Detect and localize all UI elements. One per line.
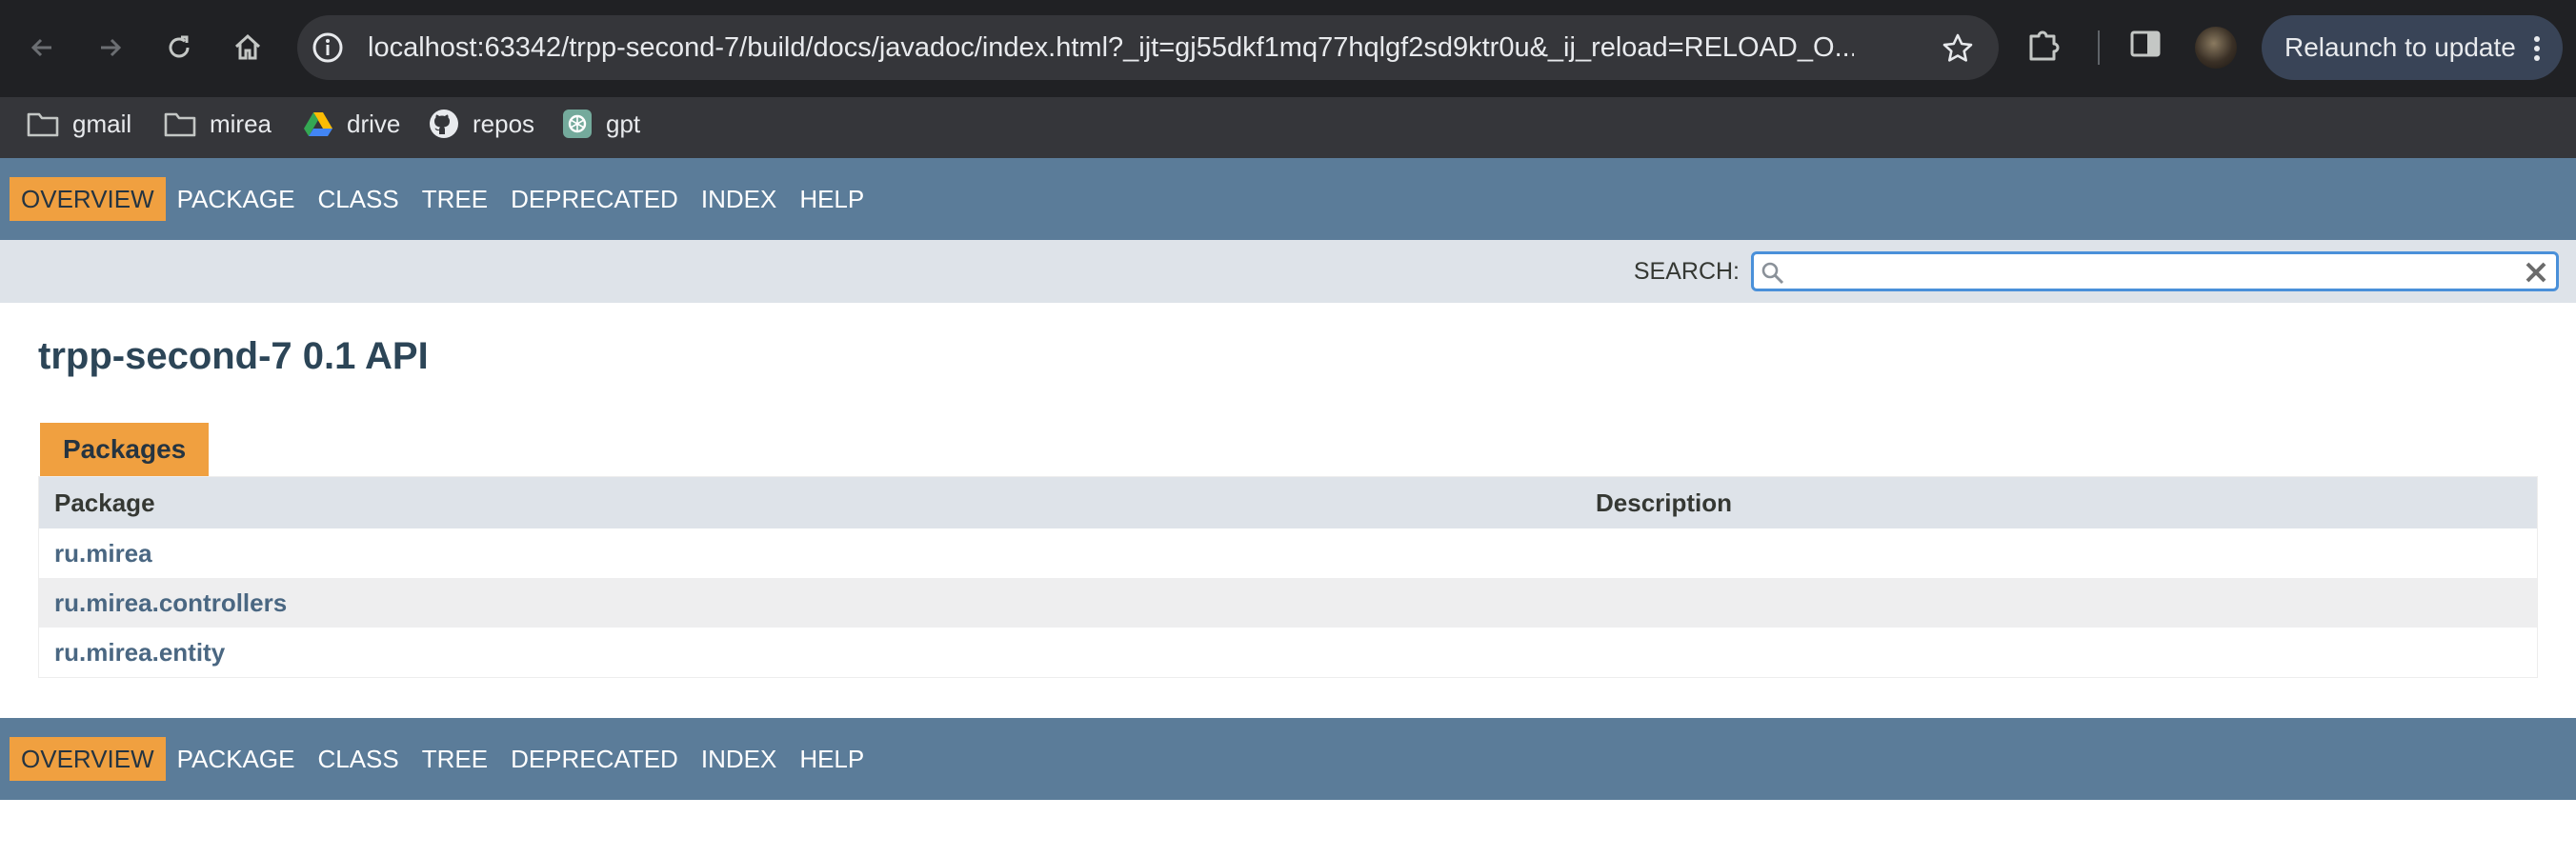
bookmark-label: gpt [606,109,641,138]
nav-overview[interactable]: Overview [10,177,166,221]
bookmark-label: drive [347,109,401,138]
bookmark-label: gmail [72,109,132,138]
browser-toolbar: localhost:63342/trpp-second-7/build/docs… [0,0,2576,97]
home-button[interactable] [225,25,271,70]
reload-icon [169,35,190,58]
side-panel-icon[interactable] [2126,25,2164,68]
clear-search-icon[interactable] [2524,260,2548,289]
nav-index[interactable]: Index [690,177,788,221]
table-row: ru.mirea [38,528,2538,578]
table-row: ru.mirea.controllers [38,578,2538,628]
chatgpt-icon [563,110,592,138]
bookmark-gpt[interactable]: gpt [562,97,640,150]
bookmark-star-icon[interactable] [1942,32,1974,70]
extensions-icon[interactable] [2023,25,2062,68]
table-row: ru.mirea.entity [38,628,2538,678]
column-header-description: Description [1580,476,2538,528]
package-link[interactable]: ru.mirea [54,539,152,568]
package-link[interactable]: ru.mirea.entity [54,638,225,667]
toolbar-divider [2098,30,2100,65]
more-menu-icon[interactable] [2532,34,2542,70]
nav-class[interactable]: Class [306,177,410,221]
search-icon [1760,260,1786,291]
top-navbar: Overview Package Class Tree Deprecated I… [0,158,2576,240]
address-bar[interactable]: localhost:63342/trpp-second-7/build/docs… [297,15,1999,80]
nav-class[interactable]: Class [306,737,410,781]
nav-help[interactable]: Help [788,177,875,221]
bookmarks-bar: gmail mirea drive repos gpt [0,97,2576,158]
github-icon [430,110,458,138]
back-arrow-icon [30,38,51,57]
bookmark-label: repos [473,109,535,138]
packages-caption: Packages [40,423,210,476]
nav-index[interactable]: Index [690,737,788,781]
google-drive-icon [304,112,332,136]
package-link[interactable]: ru.mirea.controllers [54,588,287,617]
forward-button[interactable] [88,25,133,70]
bookmark-gmail[interactable]: gmail [27,97,131,150]
nav-overview[interactable]: Overview [10,737,166,781]
site-info-icon[interactable] [311,30,345,70]
nav-tree[interactable]: Tree [411,737,499,781]
profile-avatar[interactable] [2195,27,2237,69]
package-description [1580,628,2538,678]
nav-deprecated[interactable]: Deprecated [499,177,690,221]
bookmark-drive[interactable]: drive [303,97,400,150]
url-text[interactable]: localhost:63342/trpp-second-7/build/docs… [368,15,1854,80]
search-field[interactable] [1751,251,2559,291]
search-input[interactable] [1792,256,2520,289]
column-header-package: Package [38,476,1580,528]
package-description [1580,528,2538,578]
packages-table: Package Description ru.mirea ru.mirea.co… [38,476,2538,678]
bookmark-repos[interactable]: repos [429,97,534,150]
nav-tree[interactable]: Tree [411,177,499,221]
nav-help[interactable]: Help [788,737,875,781]
table-header-row: Package Description [38,476,2538,528]
reload-button[interactable] [156,25,202,70]
bottom-navbar: Overview Package Class Tree Deprecated I… [0,718,2576,800]
page-title: trpp-second-7 0.1 API [38,335,429,377]
nav-deprecated[interactable]: Deprecated [499,737,690,781]
bookmark-label: mirea [210,109,272,138]
folder-icon [164,112,196,137]
nav-package[interactable]: Package [166,737,307,781]
home-icon [234,33,261,60]
bookmark-mirea[interactable]: mirea [164,97,272,150]
back-button[interactable] [19,25,65,70]
relaunch-button[interactable]: Relaunch to update [2262,15,2563,80]
sub-navbar: SEARCH: [0,240,2576,303]
search-label: SEARCH: [1633,258,1740,285]
relaunch-label: Relaunch to update [2284,32,2516,62]
folder-icon [27,112,59,137]
package-description [1580,578,2538,628]
forward-arrow-icon [101,38,122,57]
nav-package[interactable]: Package [166,177,307,221]
